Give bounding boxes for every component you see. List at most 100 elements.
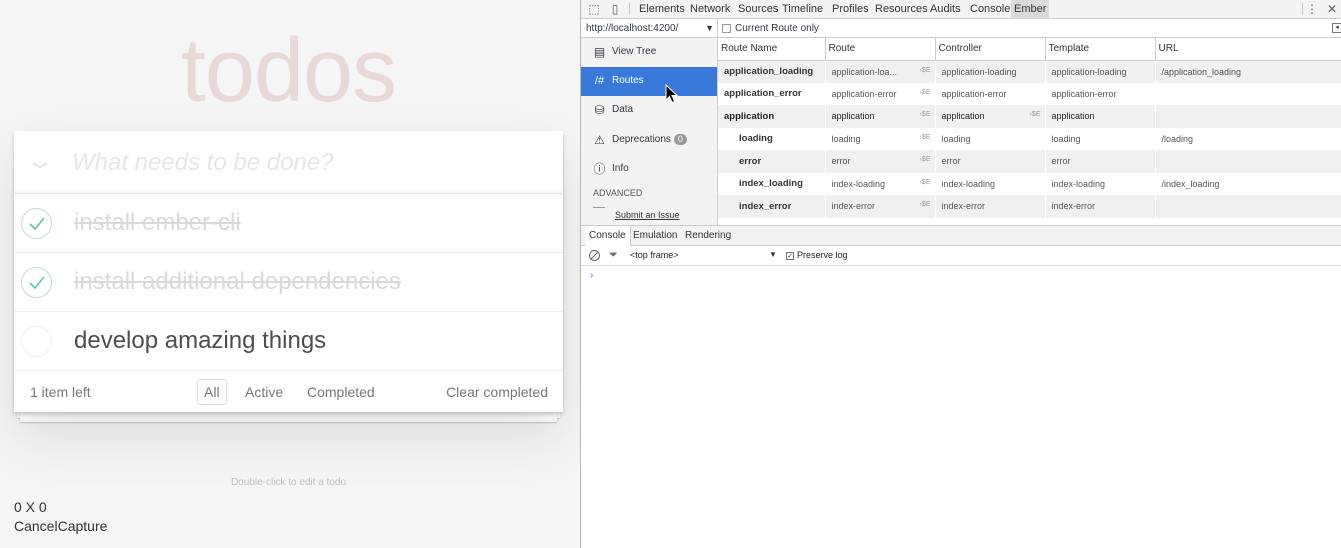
filter-active[interactable]: Active — [238, 379, 290, 405]
route-row[interactable]: application application ›$E application ›$E a… — [718, 105, 1341, 128]
todo-item[interactable]: install ember-cli — [14, 194, 563, 253]
template-cell[interactable]: index-loading — [1045, 173, 1155, 196]
tab-sources[interactable]: Sources — [735, 0, 781, 19]
route-cell[interactable]: application ›$E — [825, 105, 935, 128]
template-cell[interactable]: application — [1045, 105, 1155, 128]
tab-profiles[interactable]: Profiles — [829, 0, 872, 19]
close-icon[interactable]: ✕ — [1325, 2, 1339, 16]
route-cell[interactable]: index-loading ›$E — [825, 173, 935, 196]
column-header-route[interactable]: Route — [825, 38, 936, 61]
more-options-icon[interactable]: ⋮ — [1305, 2, 1319, 16]
url-select[interactable]: http://localhost:4200/ ▼ — [581, 19, 718, 38]
url-cell[interactable]: /application_loading — [1155, 60, 1341, 83]
tab-emulation[interactable]: Emulation — [629, 226, 681, 246]
tab-elements[interactable]: Elements — [636, 0, 688, 19]
template-cell[interactable]: loading — [1045, 128, 1155, 151]
filter-all[interactable]: All — [197, 379, 227, 405]
toggle-all-chevron-icon[interactable]: ⌄ — [21, 149, 59, 173]
clear-completed-button[interactable]: Clear completed — [446, 384, 548, 400]
tab-resources[interactable]: Resources — [872, 0, 931, 19]
column-header-route-name[interactable]: Route Name — [718, 38, 826, 61]
todo-item[interactable]: install additional dependencies — [14, 253, 563, 312]
clear-console-icon[interactable] — [589, 250, 600, 261]
route-cell[interactable]: application-loa... ›$E — [825, 60, 935, 83]
send-to-console-icon[interactable]: ›$E — [920, 134, 931, 141]
route-row[interactable]: index_loading index-loading ›$E index-loadi… — [718, 173, 1341, 196]
template-cell[interactable]: index-error — [1045, 195, 1155, 218]
capture-actions[interactable]: CancelCapture — [14, 518, 107, 534]
current-route-only-checkbox[interactable] — [722, 24, 731, 33]
url-cell[interactable]: /index_loading — [1155, 173, 1341, 196]
send-to-console-icon[interactable]: ›$E — [920, 111, 931, 118]
template-cell-text: index-loading — [1051, 178, 1106, 189]
todo-toggle-checkbox[interactable] — [21, 208, 52, 239]
template-cell[interactable]: application-loading — [1045, 60, 1155, 83]
tab-rendering[interactable]: Rendering — [681, 226, 735, 246]
todo-label[interactable]: install ember-cli — [74, 209, 241, 237]
controller-cell[interactable]: index-loading — [935, 173, 1045, 196]
tab-ember[interactable]: Ember — [1011, 0, 1050, 19]
route-cell[interactable]: application-error ›$E — [825, 83, 935, 106]
frame-select[interactable]: <top frame> — [630, 250, 679, 260]
route-row[interactable]: index_error index-error ›$E index-error inde… — [718, 195, 1341, 218]
send-to-console-icon[interactable]: ›$E — [920, 67, 931, 74]
template-cell-text: application-loading — [1051, 66, 1127, 77]
send-to-console-icon[interactable]: ›$E — [920, 89, 931, 96]
sidebar-item-routes[interactable]: /# Routes — [581, 67, 717, 96]
controller-cell[interactable]: application ›$E — [935, 105, 1045, 128]
template-cell[interactable]: application-error — [1045, 83, 1155, 106]
route-cell[interactable]: index-error ›$E — [825, 195, 935, 218]
route-cell-text: index-loading — [831, 178, 886, 189]
url-cell[interactable] — [1155, 195, 1341, 218]
url-cell[interactable]: /loading — [1155, 128, 1341, 151]
filter-completed[interactable]: Completed — [300, 379, 382, 405]
controller-cell[interactable]: application-loading — [935, 60, 1045, 83]
controller-cell[interactable]: error — [935, 150, 1045, 173]
console-prompt[interactable]: › — [590, 270, 593, 281]
sidebar-item-info[interactable]: ⓘ Info — [581, 155, 717, 184]
tab-network[interactable]: Network — [687, 0, 733, 19]
device-mode-icon[interactable]: ▯ — [608, 2, 622, 16]
tab-console-drawer[interactable]: Console — [585, 226, 631, 246]
url-cell[interactable] — [1155, 105, 1341, 128]
column-header-url[interactable]: URL — [1155, 38, 1341, 61]
route-name-cell: application — [718, 105, 825, 128]
tab-timeline[interactable]: Timeline — [779, 0, 826, 19]
sidebar-item-deprecations[interactable]: ⚠ Deprecations 0 — [581, 126, 717, 155]
url-cell[interactable] — [1155, 150, 1341, 173]
toggle-panel-icon[interactable]: ◂ — [1332, 23, 1341, 33]
tab-audits[interactable]: Audits — [927, 0, 964, 19]
filter-icon[interactable]: ⏷ — [609, 249, 618, 262]
inspect-element-icon[interactable]: ⬚ — [587, 2, 601, 16]
submit-issue-link[interactable]: Submit an Issue — [615, 210, 680, 220]
controller-cell[interactable]: index-error — [935, 195, 1045, 218]
route-row[interactable]: application_loading application-loa... ›$E… — [718, 60, 1341, 83]
send-to-console-icon[interactable]: ›$E — [920, 201, 931, 208]
template-cell-text: error — [1051, 156, 1071, 167]
column-header-template[interactable]: Template — [1045, 38, 1156, 61]
send-to-console-icon[interactable]: ›$E — [920, 156, 931, 163]
controller-cell[interactable]: loading — [935, 128, 1045, 151]
todo-toggle-checkbox[interactable] — [21, 267, 52, 298]
route-row[interactable]: loading loading ›$E loading loading/loading — [718, 128, 1341, 151]
sidebar-item-data[interactable]: ⛁ Data — [581, 96, 717, 125]
url-cell[interactable] — [1155, 83, 1341, 106]
preserve-log-checkbox[interactable]: ✓ — [786, 252, 794, 260]
todo-label[interactable]: develop amazing things — [74, 327, 326, 355]
todo-item[interactable]: develop amazing things — [14, 312, 563, 371]
new-todo-input[interactable] — [72, 143, 542, 183]
send-to-console-icon[interactable]: ›$E — [1030, 111, 1041, 118]
todo-toggle-checkbox[interactable] — [21, 326, 52, 357]
sidebar-item-view-tree[interactable]: ▤ View Tree — [581, 38, 717, 67]
column-header-controller[interactable]: Controller — [935, 38, 1046, 61]
route-row[interactable]: error error ›$E error error — [718, 150, 1341, 173]
template-cell[interactable]: error — [1045, 150, 1155, 173]
route-row[interactable]: application_error application-error ›$E app… — [718, 83, 1341, 106]
todo-label[interactable]: install additional dependencies — [74, 268, 401, 296]
route-cell[interactable]: loading ›$E — [825, 128, 935, 151]
route-name-cell: application_loading — [718, 60, 825, 83]
controller-cell[interactable]: application-error — [935, 83, 1045, 106]
route-cell[interactable]: error ›$E — [825, 150, 935, 173]
send-to-console-icon[interactable]: ›$E — [920, 179, 931, 186]
tab-console[interactable]: Console — [967, 0, 1013, 19]
